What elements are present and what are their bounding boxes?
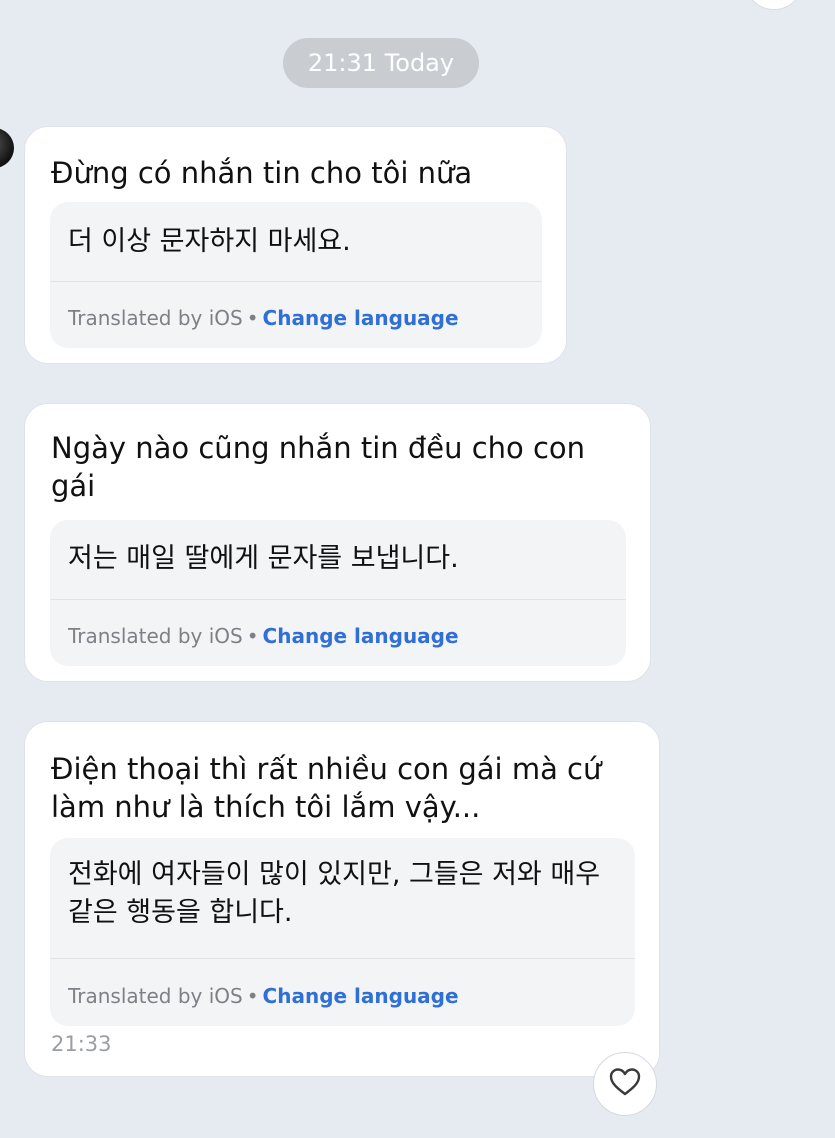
message-bubble-1[interactable]: Đừng có nhắn tin cho tôi nữa 더 이상 문자하지 마… (24, 126, 567, 364)
footer-separator: • (246, 306, 259, 330)
translation-divider (50, 599, 626, 600)
reaction-button[interactable] (593, 1052, 657, 1116)
translated-by-label: Translated by iOS (68, 624, 243, 648)
date-divider: 21:31 Today (283, 38, 479, 88)
translation-card: 저는 매일 딸에게 문자를 보냅니다. Translated by iOS • Ch… (50, 520, 626, 666)
translation-card: 전화에 여자들이 많이 있지만, 그들은 저와 매우 같은 행동을 합니다. T… (50, 838, 635, 1026)
change-language-link[interactable]: Change language (263, 306, 459, 330)
footer-separator: • (246, 984, 259, 1008)
translation-text: 저는 매일 딸에게 문자를 보냅니다. (68, 543, 459, 574)
translation-footer: Translated by iOS • Change language (68, 623, 459, 649)
message-time: 21:33 (51, 1032, 112, 1056)
translation-card: 더 이상 문자하지 마세요. Translated by iOS • Change … (50, 202, 542, 348)
message-text: Điện thoại thì rất nhiều con gái mà cứ l… (51, 752, 602, 824)
translation-footer: Translated by iOS • Change language (68, 983, 459, 1009)
change-language-link[interactable]: Change language (263, 984, 459, 1008)
message-bubble-2[interactable]: Ngày nào cũng nhắn tin đều cho con gái 저… (24, 403, 651, 682)
top-action-button[interactable] (744, 0, 804, 10)
translated-by-label: Translated by iOS (68, 984, 243, 1008)
change-language-link[interactable]: Change language (263, 624, 459, 648)
message-text: Đừng có nhắn tin cho tôi nữa (51, 156, 473, 190)
footer-separator: • (246, 624, 259, 648)
message-text: Ngày nào cũng nhắn tin đều cho con gái (51, 431, 586, 503)
translation-footer: Translated by iOS • Change language (68, 305, 459, 331)
translation-text: 전화에 여자들이 많이 있지만, 그들은 저와 매우 같은 행동을 합니다. (68, 859, 601, 928)
heart-outline-icon (609, 1067, 641, 1101)
contact-avatar[interactable] (0, 128, 14, 168)
translation-divider (50, 958, 635, 959)
translation-text: 더 이상 문자하지 마세요. (68, 226, 351, 257)
translated-by-label: Translated by iOS (68, 306, 243, 330)
message-bubble-3[interactable]: Điện thoại thì rất nhiều con gái mà cứ l… (24, 721, 660, 1077)
translation-divider (50, 281, 542, 282)
